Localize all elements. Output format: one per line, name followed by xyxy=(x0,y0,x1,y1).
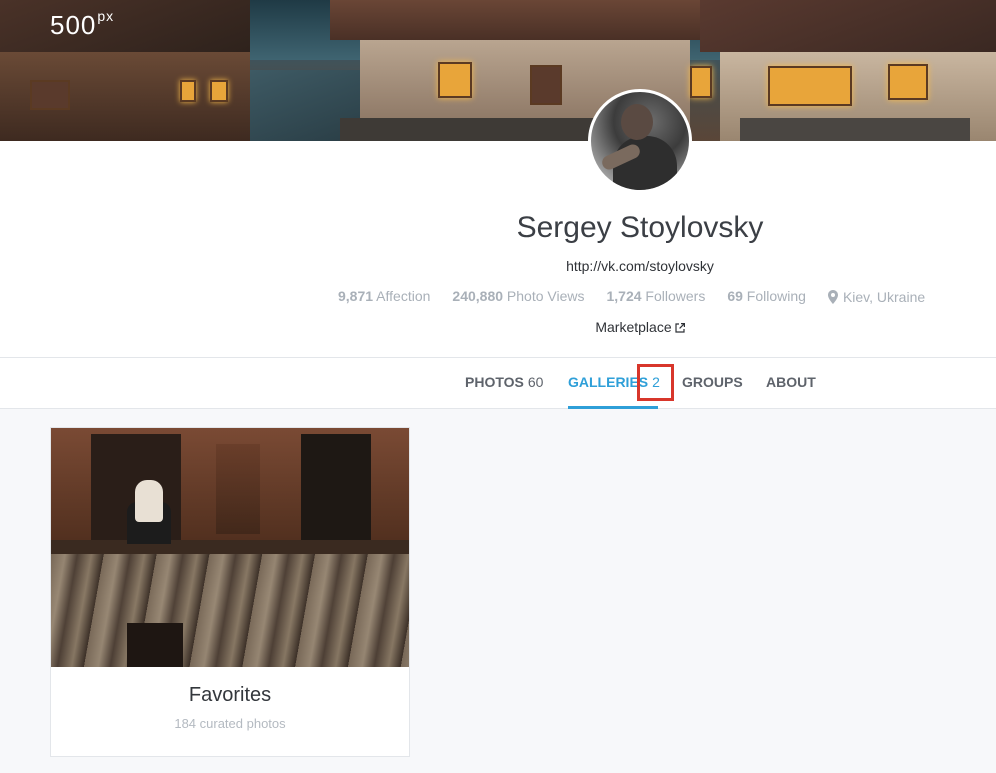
stat-following[interactable]: 69 Following xyxy=(727,288,806,306)
tab-about[interactable]: ABOUT xyxy=(766,358,816,409)
map-pin-icon xyxy=(827,290,838,304)
gallery-card[interactable]: Favorites 184 curated photos xyxy=(50,427,410,757)
profile-website-link[interactable]: http://vk.com/stoylovsky xyxy=(490,258,790,274)
profile-stats: 9,871 Affection 240,880 Photo Views 1,72… xyxy=(338,288,925,306)
profile-name: Sergey Stoylovsky xyxy=(516,211,764,244)
annotation-highlight-box xyxy=(637,364,674,401)
tab-groups[interactable]: GROUPS xyxy=(682,358,743,409)
stat-affection: 9,871 Affection xyxy=(338,288,431,304)
profile-tabs: PHOTOS 60 GALLERIES 2 GROUPS ABOUT xyxy=(0,358,996,409)
stat-location: Kiev, Ukraine xyxy=(827,288,925,306)
profile-header: Sergey Stoylovsky http://vk.com/stoylovs… xyxy=(0,141,996,358)
gallery-photo-count: 184 curated photos xyxy=(174,716,286,731)
500px-logo[interactable]: 500px xyxy=(50,8,115,41)
tab-photos[interactable]: PHOTOS 60 xyxy=(465,358,543,409)
stat-photo-views: 240,880 Photo Views xyxy=(452,288,585,304)
marketplace-link[interactable]: Marketplace xyxy=(560,319,720,335)
profile-avatar[interactable] xyxy=(588,89,692,193)
logo-text: 500 xyxy=(50,10,97,40)
external-link-icon xyxy=(675,323,685,333)
logo-superscript: px xyxy=(97,8,115,24)
gallery-cover-image xyxy=(51,428,409,667)
gallery-title: Favorites xyxy=(188,684,272,706)
cover-photo xyxy=(0,0,996,141)
stat-followers[interactable]: 1,724 Followers xyxy=(606,288,705,306)
